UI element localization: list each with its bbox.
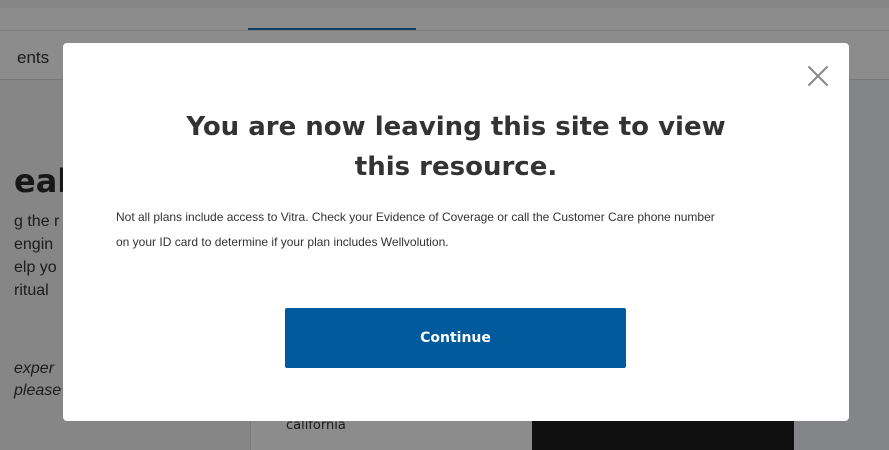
modal-title-line: this resource.: [354, 152, 558, 182]
continue-button[interactable]: Continue: [285, 308, 626, 368]
modal-message: Not all plans include access to Vitra. C…: [116, 205, 816, 255]
modal-message-line: Not all plans include access to Vitra. C…: [116, 210, 715, 224]
leaving-site-modal: You are now leaving this site to view th…: [63, 43, 849, 421]
modal-message-line: on your ID card to determine if your pla…: [116, 235, 449, 249]
close-icon: [808, 66, 828, 86]
page: ents eal g the r engin elp yo ritual exp…: [0, 0, 889, 450]
modal-title-line: You are now leaving this site to view: [186, 112, 726, 142]
modal-title: You are now leaving this site to view th…: [63, 107, 849, 187]
close-button[interactable]: [805, 63, 831, 89]
